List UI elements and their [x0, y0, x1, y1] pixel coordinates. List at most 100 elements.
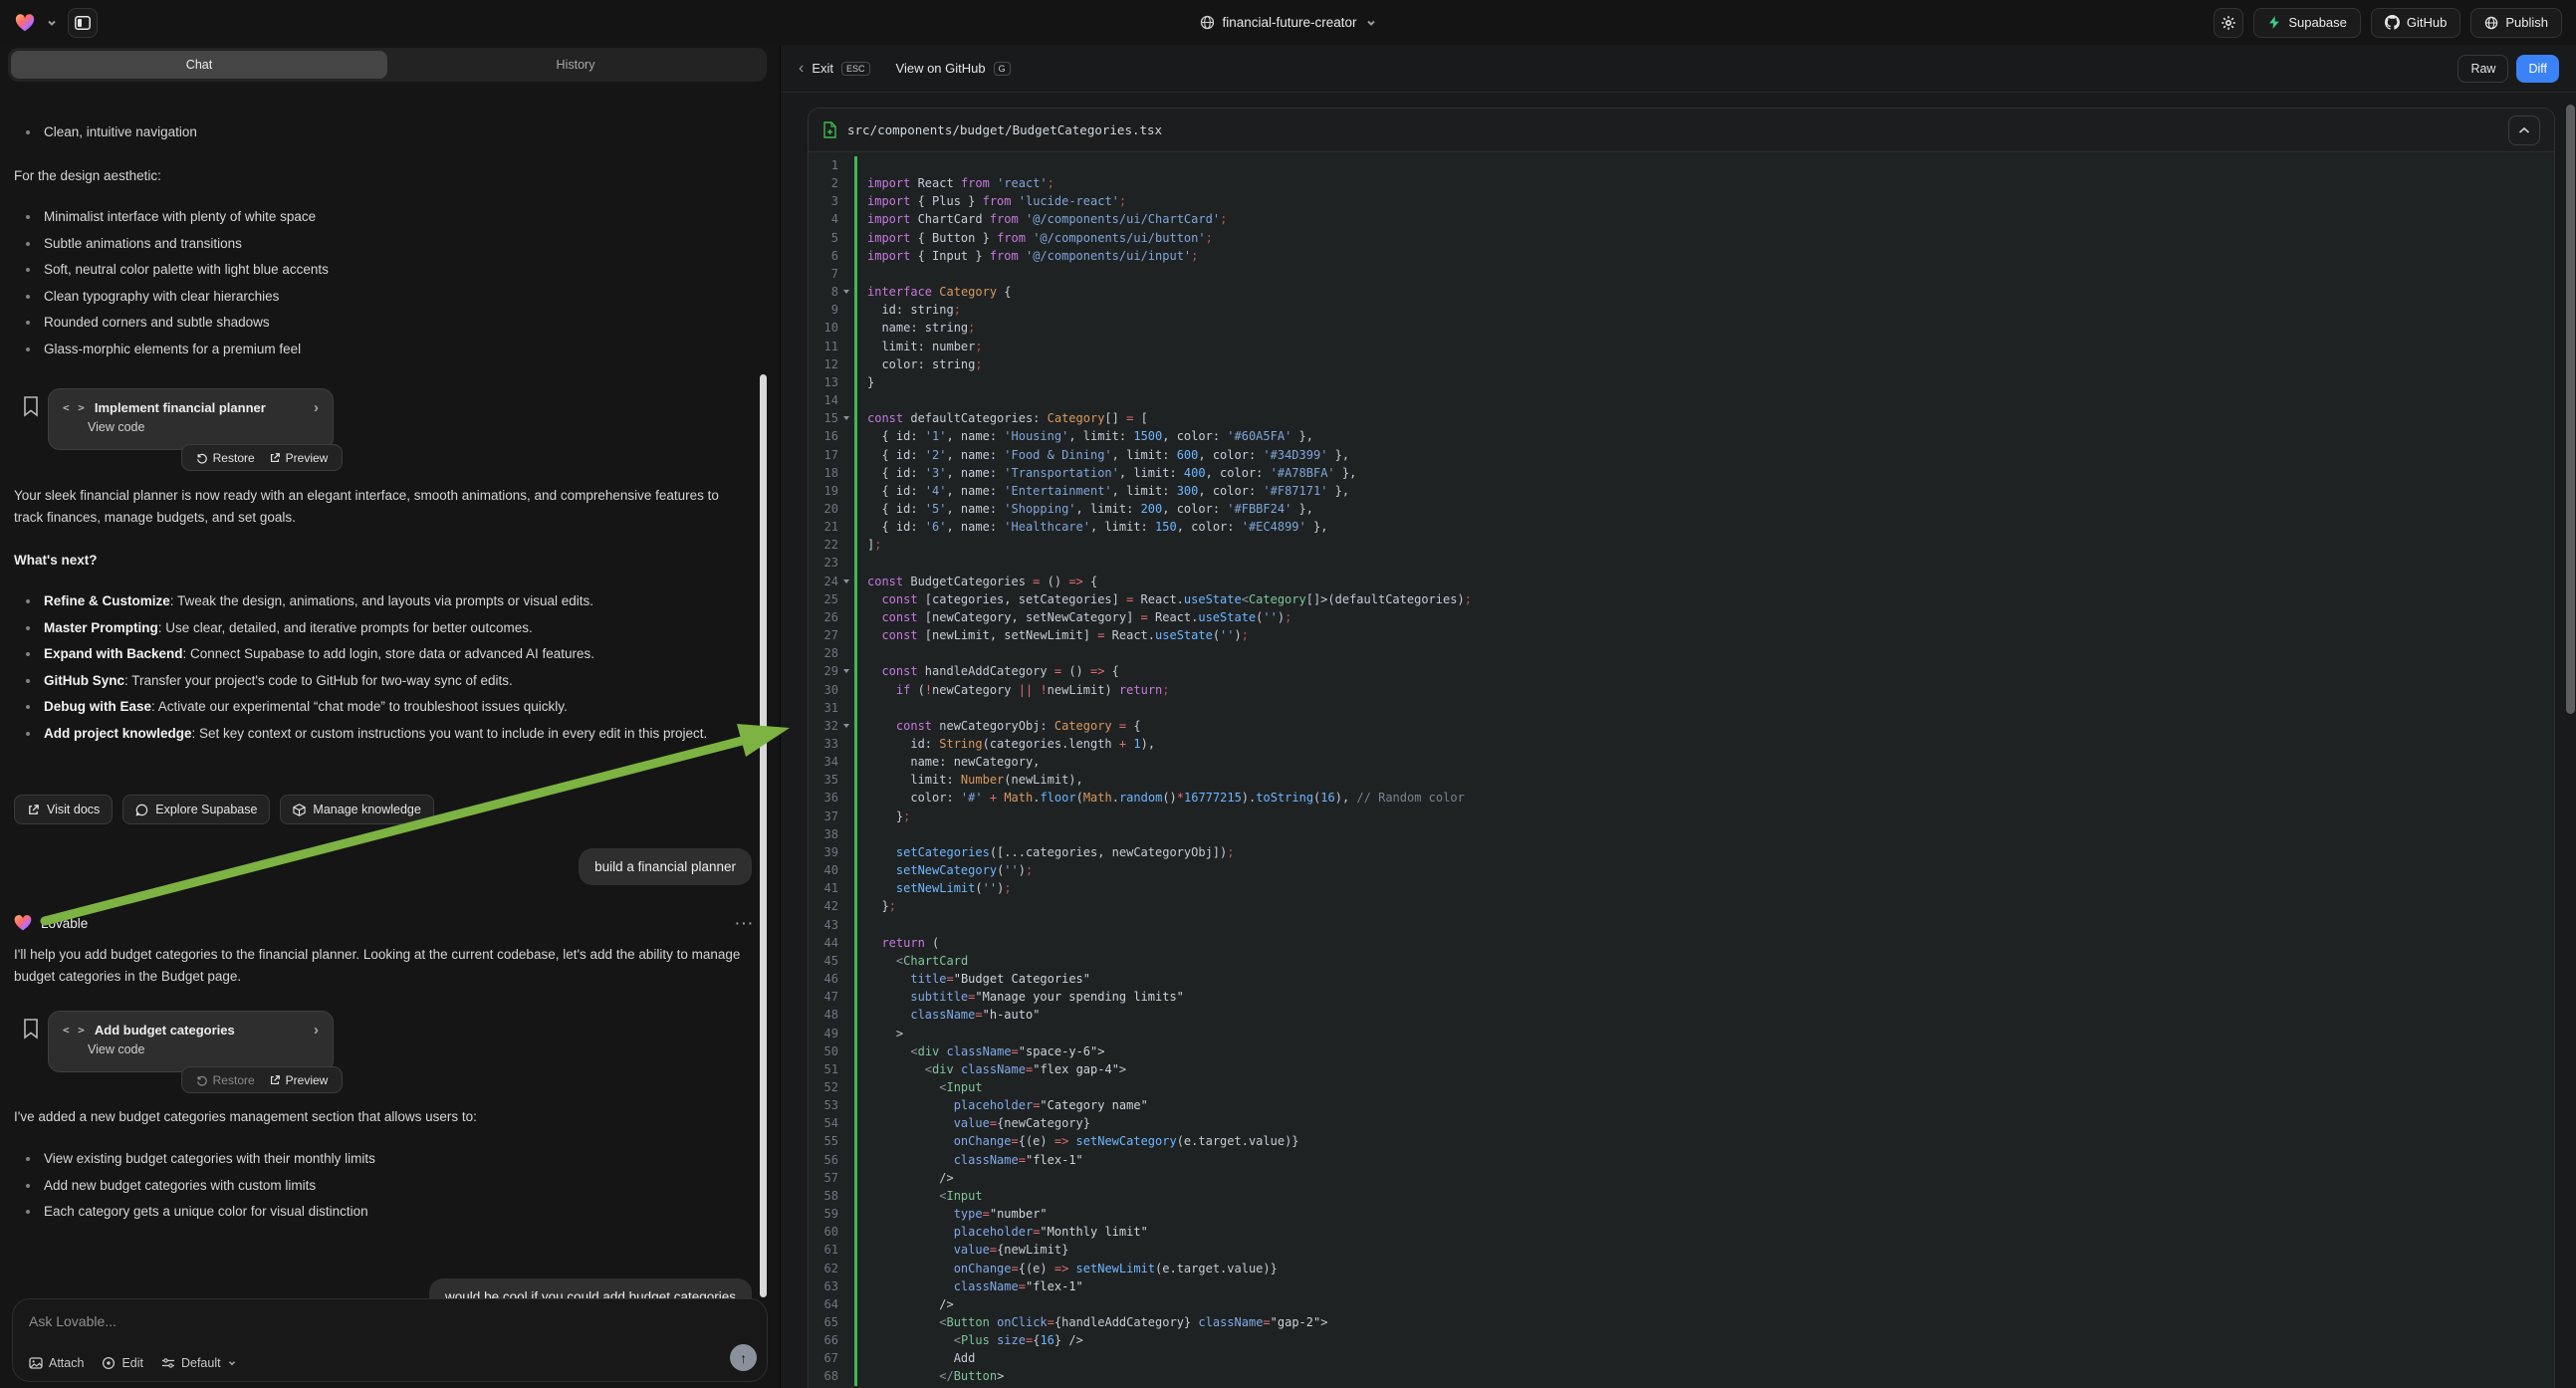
- project-switcher[interactable]: financial-future-creator: [1199, 0, 1376, 45]
- code-text: { id: '6', name: 'Healthcare', limit: 15…: [854, 518, 2554, 536]
- attach-button[interactable]: Attach: [29, 1356, 84, 1370]
- chat-scroll-area[interactable]: Clean, intuitive navigation For the desi…: [0, 85, 780, 1329]
- restore-button[interactable]: Restore: [196, 451, 255, 465]
- code-text: [854, 391, 2554, 409]
- code-line: 28: [809, 644, 2554, 662]
- fold-chevron-icon[interactable]: [838, 283, 854, 301]
- chevron-up-icon: [2518, 126, 2530, 134]
- diff-toggle-button[interactable]: Diff: [2516, 55, 2559, 83]
- bookmark-icon[interactable]: [22, 395, 40, 417]
- fold-gutter: [838, 897, 854, 915]
- fold-gutter: [838, 464, 854, 482]
- code-line: 12 color: string;: [809, 355, 2554, 373]
- bullet-dot: [26, 705, 30, 709]
- code-line: 54 value={newCategory}: [809, 1114, 2554, 1132]
- code-text: id: String(categories.length + 1),: [854, 735, 2554, 753]
- tab-history[interactable]: History: [387, 51, 764, 79]
- collapse-file-button[interactable]: [2508, 116, 2540, 145]
- code-text: import { Plus } from 'lucide-react';: [854, 192, 2554, 210]
- project-chevron-icon: [1365, 17, 1377, 29]
- code-icon: < >: [63, 1024, 86, 1037]
- code-line: 36 color: '#' + Math.floor(Math.random()…: [809, 789, 2554, 807]
- prompt-composer[interactable]: Ask Lovable... Attach Edit Default ↑: [12, 1298, 768, 1382]
- code-line: 55 onChange={(e) => setNewCategory(e.tar…: [809, 1132, 2554, 1150]
- assistant-header: Lovable ···: [13, 913, 755, 933]
- list-item-text: GitHub Sync: Transfer your project's cod…: [44, 668, 513, 695]
- code-scrollbar[interactable]: [2566, 105, 2575, 714]
- github-button[interactable]: GitHub: [2371, 8, 2460, 38]
- code-line: 19 { id: '4', name: 'Entertainment', lim…: [809, 482, 2554, 500]
- fold-chevron-icon[interactable]: [838, 717, 854, 735]
- line-number: 10: [809, 319, 838, 337]
- fold-gutter: [838, 1260, 854, 1277]
- restore-button-disabled[interactable]: Restore: [196, 1073, 255, 1087]
- preview-button[interactable]: Preview: [269, 1073, 329, 1087]
- bullet-dot: [26, 295, 30, 299]
- code-text: type="number": [854, 1205, 2554, 1223]
- fold-gutter: [838, 608, 854, 626]
- external-link-icon: [269, 452, 281, 464]
- bookmark-icon[interactable]: [22, 1018, 40, 1040]
- fold-gutter: [838, 427, 854, 445]
- supabase-button[interactable]: Supabase: [2253, 8, 2361, 38]
- file-card-header[interactable]: src/components/budget/BudgetCategories.t…: [809, 109, 2554, 152]
- version-card-add-budget-categories[interactable]: < > Add budget categories › View code: [48, 1011, 334, 1072]
- chevron-right-icon: ›: [314, 1022, 319, 1039]
- external-link-icon: [27, 804, 40, 816]
- app-window: financial-future-creator Supabase GitHub: [0, 0, 2576, 1388]
- code-line: 27 const [newLimit, setNewLimit] = React…: [809, 626, 2554, 644]
- fold-chevron-icon[interactable]: [838, 409, 854, 427]
- message-menu-button[interactable]: ···: [736, 916, 756, 931]
- fold-gutter: [838, 879, 854, 897]
- manage-knowledge-button[interactable]: Manage knowledge: [280, 795, 433, 824]
- logo-menu-chevron-icon[interactable]: [46, 17, 58, 29]
- line-number: 51: [809, 1060, 838, 1078]
- code-content[interactable]: 1 2import React from 'react';3import { P…: [809, 152, 2554, 1388]
- settings-button[interactable]: [2214, 8, 2243, 38]
- code-text: [854, 644, 2554, 662]
- prompt-input[interactable]: Ask Lovable...: [29, 1313, 751, 1329]
- fold-gutter: [838, 934, 854, 952]
- code-line: 34 name: newCategory,: [809, 753, 2554, 771]
- send-button[interactable]: ↑: [730, 1344, 757, 1371]
- line-number: 62: [809, 1260, 838, 1277]
- mode-select[interactable]: Default: [161, 1356, 237, 1370]
- version-card-implement-financial-planner[interactable]: < > Implement financial planner › View c…: [48, 388, 334, 450]
- toggle-sidebar-button[interactable]: [68, 8, 98, 38]
- fold-gutter: [838, 500, 854, 518]
- chat-scrollbar[interactable]: [760, 374, 767, 1297]
- bullet-dot: [26, 679, 30, 683]
- fold-chevron-icon[interactable]: [838, 573, 854, 590]
- fold-gutter: [838, 265, 854, 283]
- view-on-github-link[interactable]: View on GitHub G: [896, 61, 1011, 76]
- explore-supabase-button[interactable]: Explore Supabase: [122, 795, 270, 824]
- lovable-logo-icon[interactable]: [14, 12, 36, 34]
- line-number: 30: [809, 681, 838, 699]
- preview-button[interactable]: Preview: [269, 451, 329, 465]
- publish-button[interactable]: Publish: [2470, 8, 2562, 38]
- visit-docs-button[interactable]: Visit docs: [14, 795, 113, 824]
- line-number: 44: [809, 934, 838, 952]
- line-number: 6: [809, 247, 838, 265]
- list-item: Master Prompting: Use clear, detailed, a…: [14, 615, 717, 642]
- code-text: import { Button } from '@/components/ui/…: [854, 229, 2554, 247]
- code-text: const [newLimit, setNewLimit] = React.us…: [854, 626, 2554, 644]
- list-item: GitHub Sync: Transfer your project's cod…: [14, 668, 717, 695]
- exit-button[interactable]: ‹ Exit ESC: [799, 60, 870, 78]
- line-number: 3: [809, 192, 838, 210]
- supabase-icon: [2267, 15, 2281, 30]
- view-code-link[interactable]: View code: [88, 420, 319, 434]
- line-number: 54: [809, 1114, 838, 1132]
- list-item: Add new budget categories with custom li…: [14, 1173, 727, 1200]
- fold-chevron-icon[interactable]: [838, 662, 854, 680]
- line-number: 4: [809, 210, 838, 228]
- line-number: 37: [809, 808, 838, 825]
- line-number: 23: [809, 554, 838, 572]
- composer-toolbar: Attach Edit Default: [29, 1356, 237, 1370]
- view-code-link[interactable]: View code: [88, 1042, 319, 1056]
- tab-chat[interactable]: Chat: [11, 51, 387, 79]
- code-line: 24const BudgetCategories = () => {: [809, 573, 2554, 590]
- edit-button[interactable]: Edit: [102, 1356, 143, 1370]
- code-text: const newCategoryObj: Category = {: [854, 717, 2554, 735]
- raw-toggle-button[interactable]: Raw: [2458, 55, 2508, 83]
